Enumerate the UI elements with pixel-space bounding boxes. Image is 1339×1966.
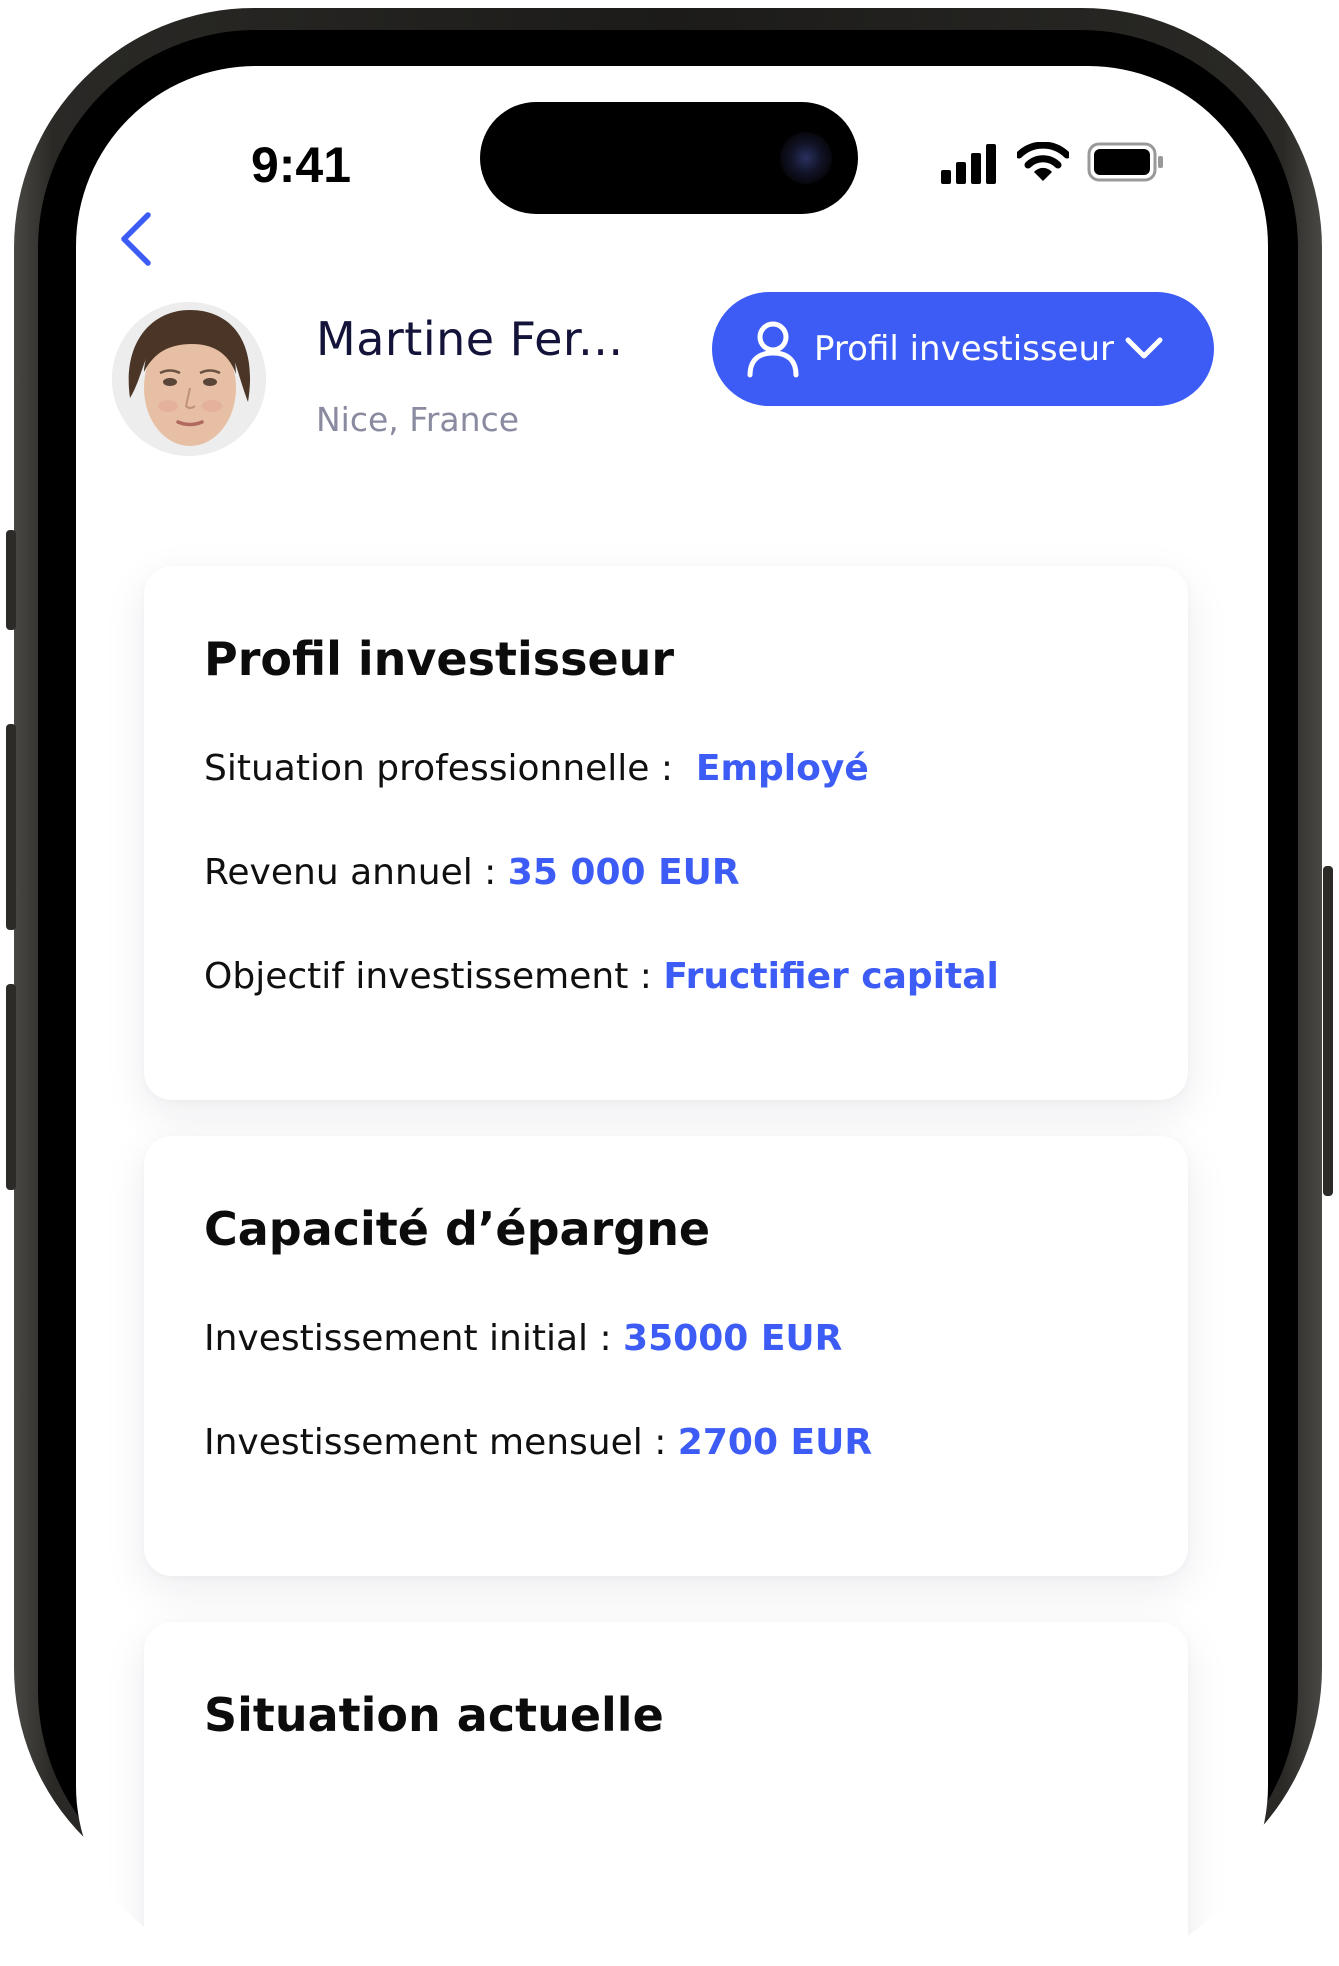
current-situation-title: Situation actuelle (204, 1688, 664, 1742)
investor-profile-title: Profil investisseur (204, 632, 675, 686)
avatar (112, 302, 266, 456)
phone-side-button-action (6, 530, 16, 630)
profile-switcher-button[interactable]: Profil investisseur (712, 292, 1214, 406)
goal-value: Fructifier capital (663, 956, 999, 997)
avatar-portrait (112, 302, 266, 456)
profile-switcher-label: Profil investisseur (814, 329, 1115, 369)
user-location: Nice, France (316, 400, 520, 439)
cellular-signal-icon (941, 144, 996, 184)
investor-profile-card: Profil investisseur Situation profession… (144, 566, 1188, 1100)
status-icons (941, 140, 1201, 192)
phone-side-button-volume-down (6, 984, 16, 1190)
monthly-investment-value: 2700 EUR (677, 1422, 873, 1463)
situation-label: Situation professionnelle : (204, 748, 674, 789)
chevron-down-icon (1125, 337, 1163, 359)
situation-row: Situation professionnelle : Employé (204, 748, 869, 789)
app-screen: 9:41 Martine Fer... Nice, France Profil … (76, 66, 1268, 1966)
phone-side-button-power (1323, 866, 1333, 1196)
back-button[interactable] (106, 204, 166, 274)
savings-capacity-title: Capacité d’épargne (204, 1202, 711, 1256)
goal-label: Objectif investissement : (204, 956, 652, 997)
goal-row: Objectif investissement : Fructifier cap… (204, 956, 999, 997)
user-name: Martine Fer... (316, 312, 624, 366)
initial-investment-row: Investissement initial : 35000 EUR (204, 1318, 842, 1359)
situation-value: Employé (695, 748, 869, 789)
status-time: 9:41 (250, 137, 352, 193)
monthly-investment-label: Investissement mensuel : (204, 1422, 667, 1463)
income-label: Revenu annuel : (204, 852, 497, 893)
current-situation-card: Situation actuelle (144, 1622, 1188, 1966)
battery-icon (1087, 142, 1163, 182)
user-icon (747, 321, 799, 378)
chevron-left-icon (121, 212, 151, 266)
wifi-icon (1017, 142, 1069, 181)
front-camera (780, 132, 832, 184)
initial-investment-label: Investissement initial : (204, 1318, 612, 1359)
income-row: Revenu annuel : 35 000 EUR (204, 852, 740, 893)
savings-capacity-card: Capacité d’épargne Investissement initia… (144, 1136, 1188, 1576)
initial-investment-value: 35000 EUR (623, 1318, 843, 1359)
monthly-investment-row: Investissement mensuel : 2700 EUR (204, 1422, 872, 1463)
phone-side-button-volume-up (6, 724, 16, 930)
income-value: 35 000 EUR (507, 852, 740, 893)
dynamic-island (480, 102, 858, 214)
